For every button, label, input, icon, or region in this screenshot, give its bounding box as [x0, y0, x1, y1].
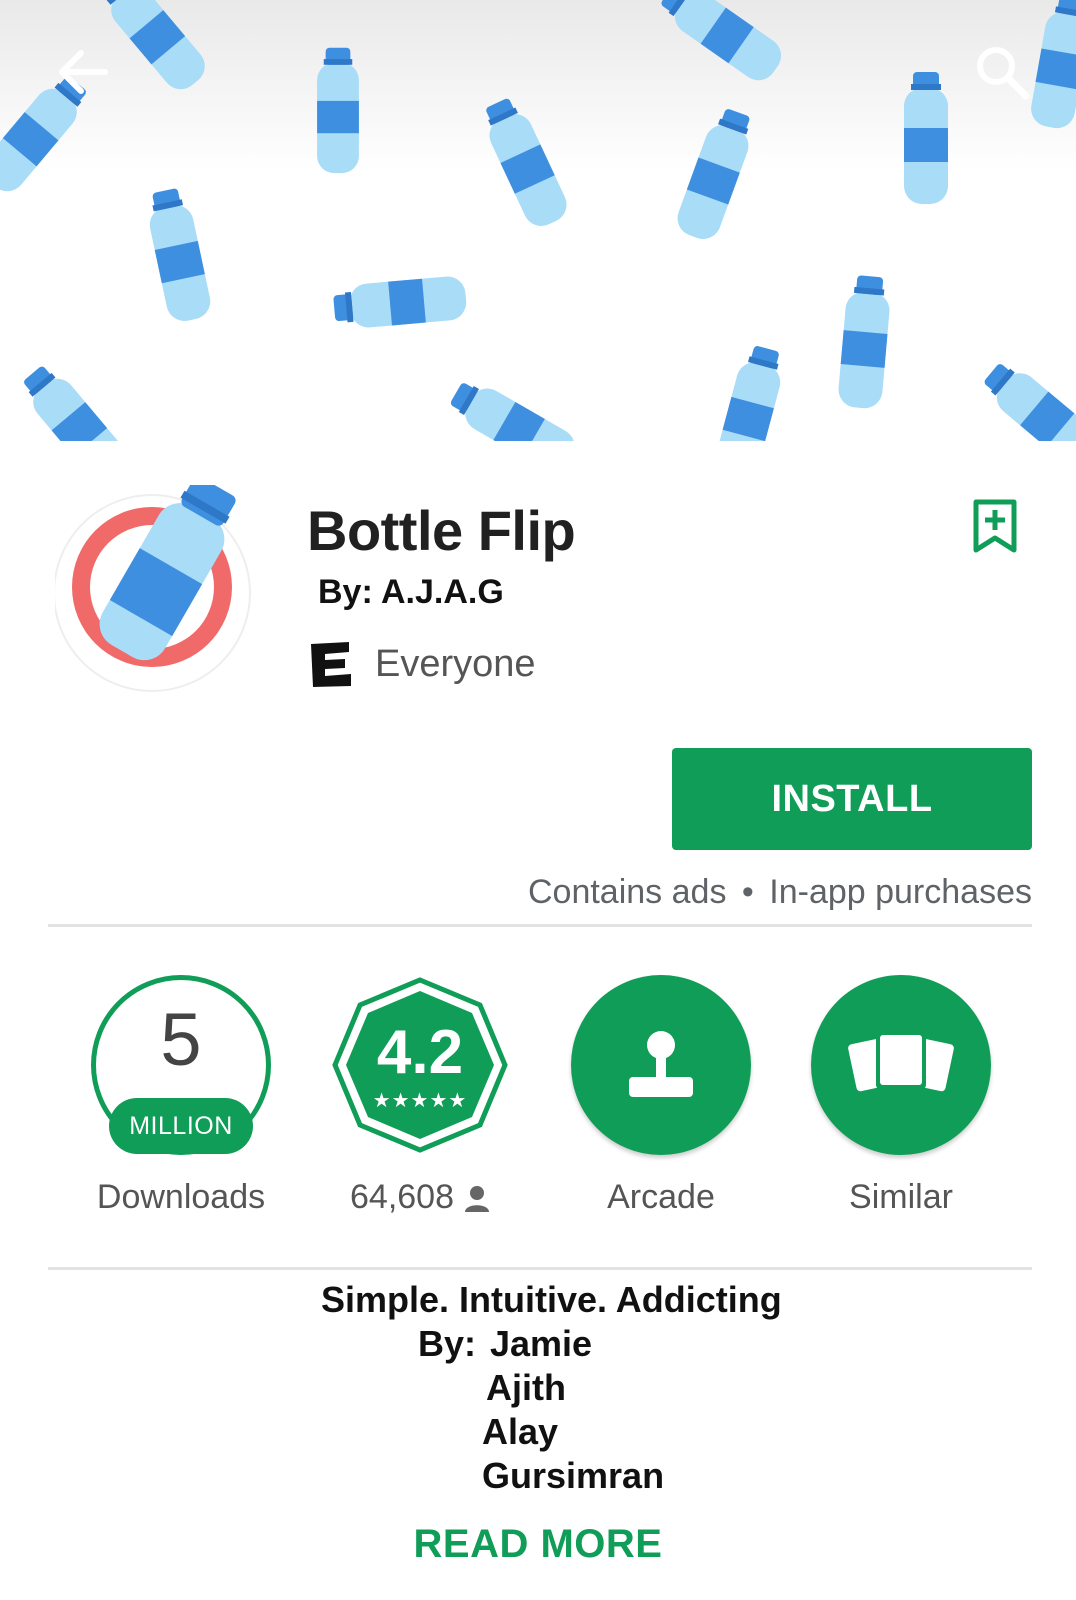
feature-graphic	[0, 0, 1076, 441]
search-button[interactable]	[966, 36, 1038, 108]
downloads-label: Downloads	[96, 1178, 266, 1216]
rating-stars: ★★★★★	[372, 1090, 468, 1112]
category-stat[interactable]	[571, 975, 751, 1155]
app-icon	[53, 476, 255, 695]
author-name: Alay	[482, 1411, 559, 1452]
app-title: Bottle Flip	[307, 499, 576, 562]
author-name: Ajith	[486, 1367, 566, 1408]
downloads-unit-badge: MILLION	[109, 1098, 253, 1154]
author-name: Gursimran	[482, 1455, 665, 1496]
content-rating: Everyone	[307, 640, 536, 688]
wishlist-button[interactable]	[972, 498, 1018, 554]
joystick-icon	[629, 1031, 693, 1097]
search-icon	[977, 47, 1030, 100]
similar-label[interactable]: Similar	[801, 1178, 1001, 1217]
bookmark-add-icon	[973, 499, 1017, 553]
developer-name[interactable]: By: A.J.A.G	[318, 573, 504, 612]
cards-icon	[848, 1033, 954, 1092]
divider	[48, 924, 1032, 927]
similar-stat[interactable]	[811, 975, 991, 1155]
in-app-purchases-label: In-app purchases	[769, 873, 1032, 911]
purchase-info: Contains ads • In-app purchases	[528, 873, 1032, 912]
esrb-everyone-icon	[311, 642, 351, 687]
rating-stat[interactable]: 4.2 ★★★★★	[330, 975, 510, 1155]
downloads-stat: 5 MILLION	[91, 975, 271, 1155]
category-label[interactable]: Arcade	[561, 1178, 761, 1217]
bottles-pattern	[0, 0, 1076, 441]
content-rating-label: Everyone	[375, 642, 536, 685]
arrow-back-icon	[59, 50, 108, 94]
by-prefix: By:	[418, 1323, 477, 1364]
rating-value: 4.2	[376, 1018, 464, 1087]
downloads-number: 5	[160, 998, 202, 1081]
person-icon	[465, 1186, 489, 1213]
back-button[interactable]	[46, 36, 118, 108]
install-button[interactable]: INSTALL	[672, 748, 1032, 850]
contains-ads-label: Contains ads	[527, 873, 727, 911]
author-name: Jamie	[490, 1323, 593, 1364]
read-more-link[interactable]: READ MORE	[0, 1522, 1076, 1567]
rating-count: 64,608	[350, 1178, 454, 1216]
divider	[48, 1267, 1032, 1270]
separator-dot: •	[741, 873, 754, 911]
tagline: Simple. Intuitive. Addicting	[321, 1279, 782, 1320]
rating-count-row: 64,608	[320, 1178, 520, 1217]
